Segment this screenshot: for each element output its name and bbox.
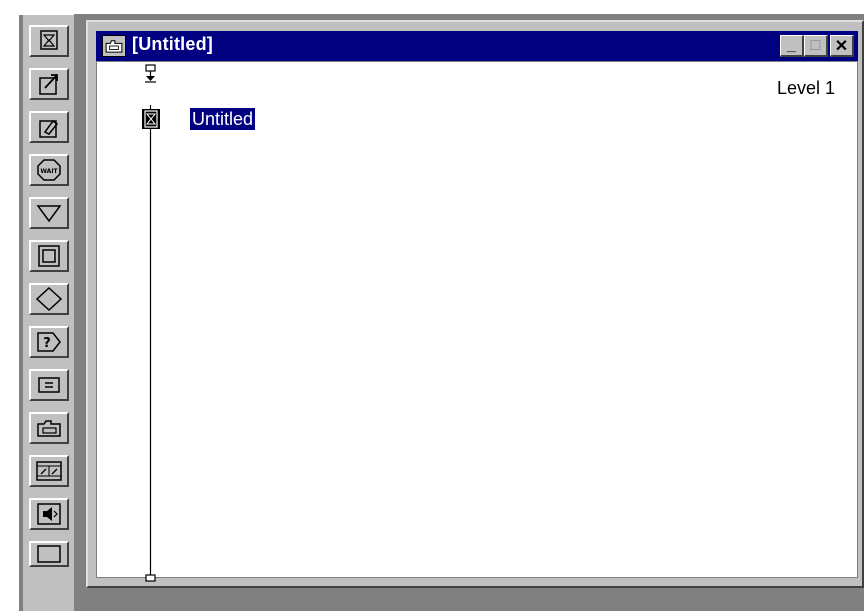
framework-tool-button[interactable] (29, 240, 69, 272)
calculation-icon (38, 377, 60, 393)
erase-tool-button[interactable] (29, 111, 69, 143)
window-titlebar[interactable]: [Untitled] _ □ ✕ (96, 31, 858, 61)
interaction-tool-button[interactable]: ? (29, 326, 69, 358)
maximize-button[interactable]: □ (804, 35, 828, 57)
calculation-tool-button[interactable] (29, 369, 69, 401)
erase-icon (39, 119, 59, 138)
icon-palette: WAIT ? (18, 14, 74, 611)
document-window: [Untitled] _ □ ✕ Level 1 Untitled (86, 20, 864, 588)
svg-text:WAIT: WAIT (40, 168, 58, 175)
svg-text:?: ? (43, 336, 51, 351)
window-title: [Untitled] (132, 34, 213, 54)
sound-icon (37, 503, 61, 525)
display-icon[interactable] (142, 109, 160, 129)
map-icon[interactable] (102, 35, 126, 57)
level-label: Level 1 (776, 78, 835, 98)
navigation-tool-button[interactable] (29, 197, 69, 229)
map-icon (37, 420, 61, 437)
video-tool-button[interactable] (29, 541, 69, 567)
framework-icon (38, 245, 60, 267)
digital-movie-tool-button[interactable] (29, 455, 69, 487)
minimize-button[interactable]: _ (780, 35, 804, 57)
flowline-icon-label[interactable]: Untitled (190, 108, 256, 130)
close-button[interactable]: ✕ (830, 35, 854, 57)
map-tool-button[interactable] (29, 412, 69, 444)
wait-icon: WAIT (37, 159, 61, 181)
animation-icon (39, 74, 58, 95)
wait-tool-button[interactable]: WAIT (29, 154, 69, 186)
sound-tool-button[interactable] (29, 498, 69, 530)
digital-movie-icon (36, 461, 62, 481)
flowline (145, 64, 156, 582)
animation-tool-button[interactable] (29, 68, 69, 100)
decision-tool-button[interactable] (29, 283, 69, 315)
flowline-canvas[interactable]: Level 1 Untitled (96, 61, 858, 582)
video-icon (37, 545, 61, 563)
decision-icon (35, 287, 63, 311)
interaction-icon: ? (37, 332, 61, 352)
display-tool-button[interactable] (29, 25, 69, 57)
display-icon (40, 30, 58, 50)
navigation-icon (36, 205, 62, 223)
